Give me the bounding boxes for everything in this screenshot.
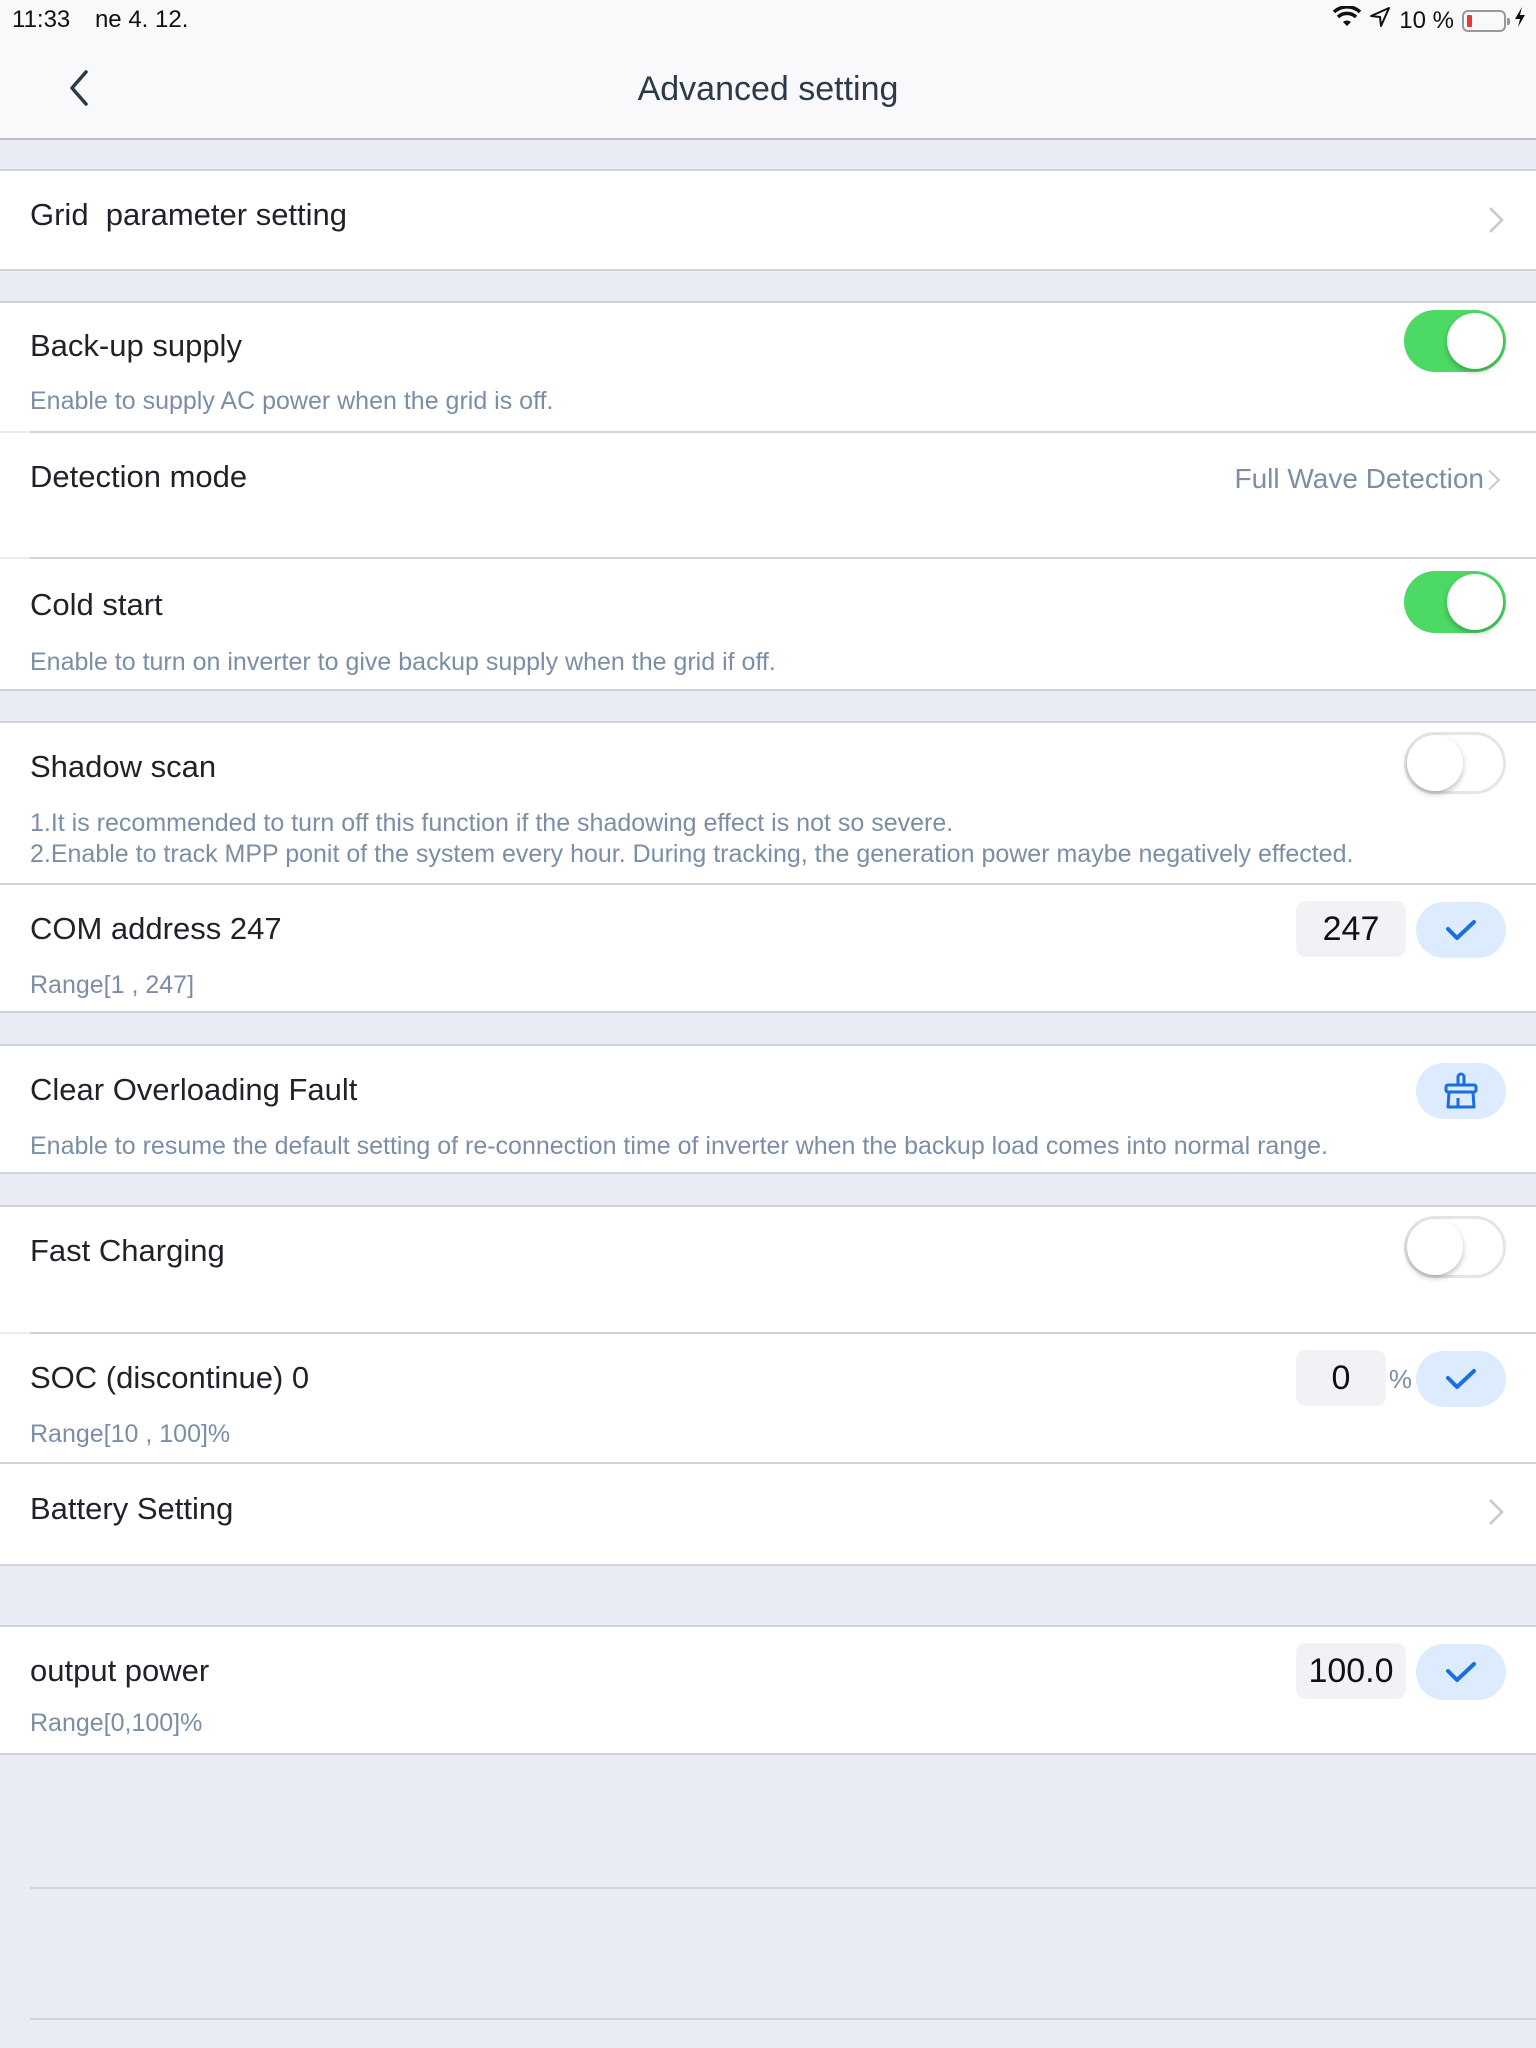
detection-mode-label: Detection mode (30, 459, 248, 494)
shadow-scan-description-1: 1.It is recommended to turn off this fun… (30, 809, 954, 837)
shadow-scan-description-2: 2.Enable to track MPP ponit of the syste… (30, 840, 1354, 868)
status-time: 11:33 (12, 6, 71, 33)
wifi-icon (1333, 5, 1362, 35)
shadow-scan-row: Shadow scan 1.It is recommended to turn … (0, 723, 1536, 883)
soc-label: SOC (discontinue) 0 (30, 1360, 310, 1395)
com-address-row: COM address 247 247 Range[1 , 247] (0, 885, 1536, 1011)
status-bar: 11:33 ne 4. 12. 10 % (0, 0, 1536, 40)
backup-supply-toggle[interactable] (1404, 310, 1506, 372)
chevron-right-icon (1489, 1499, 1504, 1525)
empty-row-separator (30, 2018, 1536, 2020)
backup-supply-label: Back-up supply (30, 328, 242, 363)
cold-start-description: Enable to turn on inverter to give backu… (30, 648, 776, 676)
status-date: ne 4. 12. (94, 6, 189, 33)
clear-overloading-label: Clear Overloading Fault (30, 1072, 358, 1107)
navigation-bar: Advanced setting (0, 40, 1536, 140)
checkmark-icon (1446, 1662, 1476, 1682)
broom-icon (1444, 1072, 1478, 1109)
page-title: Advanced setting (637, 70, 899, 108)
com-address-confirm-button[interactable] (1416, 902, 1506, 958)
soc-row: SOC (discontinue) 0 0 % Range[10 , 100]% (0, 1334, 1536, 1462)
output-power-range: Range[0,100]% (30, 1709, 203, 1737)
soc-confirm-button[interactable] (1416, 1351, 1506, 1407)
output-power-row: output power 100.0 Range[0,100]% (0, 1627, 1536, 1753)
fast-charging-row: Fast Charging (0, 1207, 1536, 1332)
output-power-label: output power (30, 1653, 210, 1688)
charging-bolt-icon (1514, 6, 1526, 35)
backup-supply-row: Back-up supply Enable to supply AC power… (0, 303, 1536, 431)
checkmark-icon (1446, 1369, 1476, 1389)
location-arrow-icon (1369, 6, 1391, 35)
empty-row-separator (30, 1887, 1536, 1889)
cold-start-row: Cold start Enable to turn on inverter to… (0, 559, 1536, 689)
detection-mode-value: Full Wave Detection (1234, 463, 1485, 494)
detection-mode-row[interactable]: Detection mode Full Wave Detection (0, 433, 1536, 557)
soc-input[interactable]: 0 (1296, 1350, 1386, 1406)
chevron-right-icon (1488, 469, 1501, 491)
battery-percent: 10 % (1399, 6, 1454, 34)
clear-overloading-button[interactable] (1416, 1063, 1506, 1119)
fast-charging-label: Fast Charging (30, 1233, 225, 1268)
shadow-scan-toggle[interactable] (1404, 732, 1506, 794)
grid-parameter-setting-row[interactable]: Grid parameter setting (0, 171, 1536, 269)
clear-overloading-description: Enable to resume the default setting of … (30, 1132, 1328, 1160)
backup-supply-description: Enable to supply AC power when the grid … (30, 387, 554, 415)
cold-start-toggle[interactable] (1404, 571, 1506, 633)
battery-icon (1462, 9, 1510, 32)
com-address-range: Range[1 , 247] (30, 971, 195, 999)
output-power-input[interactable]: 100.0 (1296, 1643, 1406, 1699)
com-address-label: COM address 247 (30, 911, 282, 946)
output-power-confirm-button[interactable] (1416, 1644, 1506, 1700)
shadow-scan-label: Shadow scan (30, 749, 217, 784)
checkmark-icon (1446, 920, 1476, 940)
clear-overloading-row: Clear Overloading Fault Enable to resume… (0, 1046, 1536, 1172)
battery-setting-label: Battery Setting (30, 1491, 234, 1526)
battery-setting-row[interactable]: Battery Setting (0, 1464, 1536, 1564)
soc-range: Range[10 , 100]% (30, 1420, 231, 1448)
grid-parameter-label: Grid parameter setting (30, 197, 348, 232)
com-address-input[interactable]: 247 (1296, 901, 1406, 957)
cold-start-label: Cold start (30, 587, 163, 622)
fast-charging-toggle[interactable] (1404, 1216, 1506, 1278)
chevron-right-icon (1489, 207, 1504, 233)
soc-unit: % (1388, 1364, 1412, 1394)
